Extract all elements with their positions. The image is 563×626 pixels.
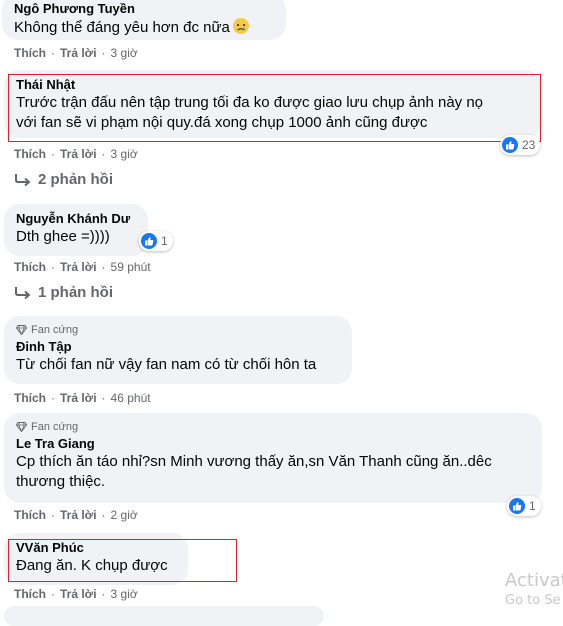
reaction-count[interactable]: 23 xyxy=(500,135,541,155)
like-link[interactable]: Thích xyxy=(14,45,46,61)
separator: · xyxy=(101,391,106,405)
separator: · xyxy=(101,587,106,601)
comment-actions: Thích · Trả lời · 59 phút xyxy=(14,259,151,275)
fan-badge: Fan cứng xyxy=(16,420,530,434)
like-reaction-icon xyxy=(502,137,518,153)
activation-watermark: Activat Go to Se xyxy=(505,570,563,610)
reply-arrow-icon xyxy=(15,287,31,300)
comment-author[interactable]: Thái Nhật xyxy=(16,77,530,93)
separator: · xyxy=(51,587,55,601)
reply-link[interactable]: Trả lời xyxy=(60,507,97,523)
reply-arrow-icon xyxy=(15,174,31,187)
comment-actions: Thích · Trả lời · 2 giờ xyxy=(14,507,138,523)
separator: · xyxy=(101,46,106,60)
like-link[interactable]: Thích xyxy=(14,586,46,602)
separator: · xyxy=(51,46,55,60)
reply-link[interactable]: Trả lời xyxy=(60,45,97,61)
comment-bubble: Fan cứng Đinh Tập Từ chối fan nữ vậy fan… xyxy=(4,316,352,384)
comment-time[interactable]: 3 giờ xyxy=(111,586,138,602)
replies-label: 1 phản hồi xyxy=(38,284,113,301)
comment-text-line: thương thiệc. xyxy=(16,473,106,490)
comment-text: Dth ghee =)))) xyxy=(16,228,110,245)
separator: · xyxy=(51,391,55,405)
comment-time[interactable]: 59 phút xyxy=(111,259,151,275)
reaction-count[interactable]: 1 xyxy=(139,231,173,251)
comment-time[interactable]: 46 phút xyxy=(111,390,151,406)
like-link[interactable]: Thích xyxy=(14,259,46,275)
comment-author[interactable]: Nguyễn Khánh Dư xyxy=(16,211,136,227)
separator: · xyxy=(51,508,55,522)
reaction-count[interactable]: 1 xyxy=(507,496,541,516)
separator: · xyxy=(51,260,55,274)
reaction-number: 1 xyxy=(529,499,536,513)
comment-text: Từ chối fan nữ vậy fan nam có từ chối hô… xyxy=(16,356,317,373)
like-link[interactable]: Thích xyxy=(14,507,46,523)
fan-badge-label: Fan cứng xyxy=(31,324,79,336)
comment-author[interactable]: Ngô Phương Tuyền xyxy=(14,1,274,17)
comment-text: Không thể đáng yêu hơn đc nữa xyxy=(14,17,274,38)
comment-actions: Thích · Trả lời · 3 giờ xyxy=(14,146,138,162)
comment-time[interactable]: 3 giờ xyxy=(111,45,138,61)
like-reaction-icon xyxy=(509,498,525,514)
like-reaction-icon xyxy=(141,233,157,249)
comment-author[interactable]: Đinh Tập xyxy=(16,339,340,355)
fan-badge-label: Fan cứng xyxy=(31,421,79,433)
comment-author[interactable]: Le Tra Giang xyxy=(16,436,530,452)
sad-face-icon xyxy=(232,18,249,34)
reply-link[interactable]: Trả lời xyxy=(60,390,97,406)
comment-text-line: với fan sẽ vi phạm nội quy.đá xong chụp … xyxy=(16,114,428,131)
diamond-icon xyxy=(16,422,27,432)
comment-bubble: Nguyễn Khánh Dư Dth ghee =)))) xyxy=(4,204,148,256)
comment-actions: Thích · Trả lời · 3 giờ xyxy=(14,45,138,61)
comment-bubble: Fan cứng Le Tra Giang Cp thích ăn táo nh… xyxy=(4,413,542,503)
separator: · xyxy=(51,147,55,161)
comment-bubble: Thái Nhật Trước trận đấu nên tập trung t… xyxy=(4,70,542,138)
view-replies-link[interactable]: 2 phản hồi xyxy=(14,170,113,190)
comment-author[interactable]: VVăn Phúc xyxy=(16,540,176,556)
reply-link[interactable]: Trả lời xyxy=(60,586,97,602)
separator: · xyxy=(101,260,106,274)
comment-bubble: VVăn Phúc Đang ăn. K chụp được xyxy=(4,533,188,585)
watermark-line1: Activat xyxy=(505,570,563,591)
comment-actions: Thích · Trả lời · 3 giờ xyxy=(14,586,138,602)
reaction-number: 23 xyxy=(522,138,536,152)
separator: · xyxy=(101,147,106,161)
like-link[interactable]: Thích xyxy=(14,390,46,406)
fan-badge: Fan cứng xyxy=(16,323,340,337)
comment-bubble xyxy=(4,606,324,626)
reaction-number: 1 xyxy=(161,234,168,248)
reply-link[interactable]: Trả lời xyxy=(60,146,97,162)
replies-label: 2 phản hồi xyxy=(38,171,113,188)
separator: · xyxy=(101,508,106,522)
comment-text: Đang ăn. K chụp được xyxy=(16,557,168,574)
view-replies-link[interactable]: 1 phản hồi xyxy=(14,283,113,303)
comment-time[interactable]: 2 giờ xyxy=(111,507,138,523)
comment-bubble: Ngô Phương Tuyền Không thể đáng yêu hơn … xyxy=(2,0,286,40)
comment-text-line: Trước trận đấu nên tập trung tối đa ko đ… xyxy=(16,94,484,111)
watermark-line2: Go to Se xyxy=(505,593,561,608)
comment-time[interactable]: 3 giờ xyxy=(111,146,138,162)
like-link[interactable]: Thích xyxy=(14,146,46,162)
reply-link[interactable]: Trả lời xyxy=(60,259,97,275)
comment-actions: Thích · Trả lời · 46 phút xyxy=(14,390,151,406)
diamond-icon xyxy=(16,325,27,335)
comment-text-line: Cp thích ăn táo nhỉ?sn Minh vương thấy ă… xyxy=(16,453,492,470)
